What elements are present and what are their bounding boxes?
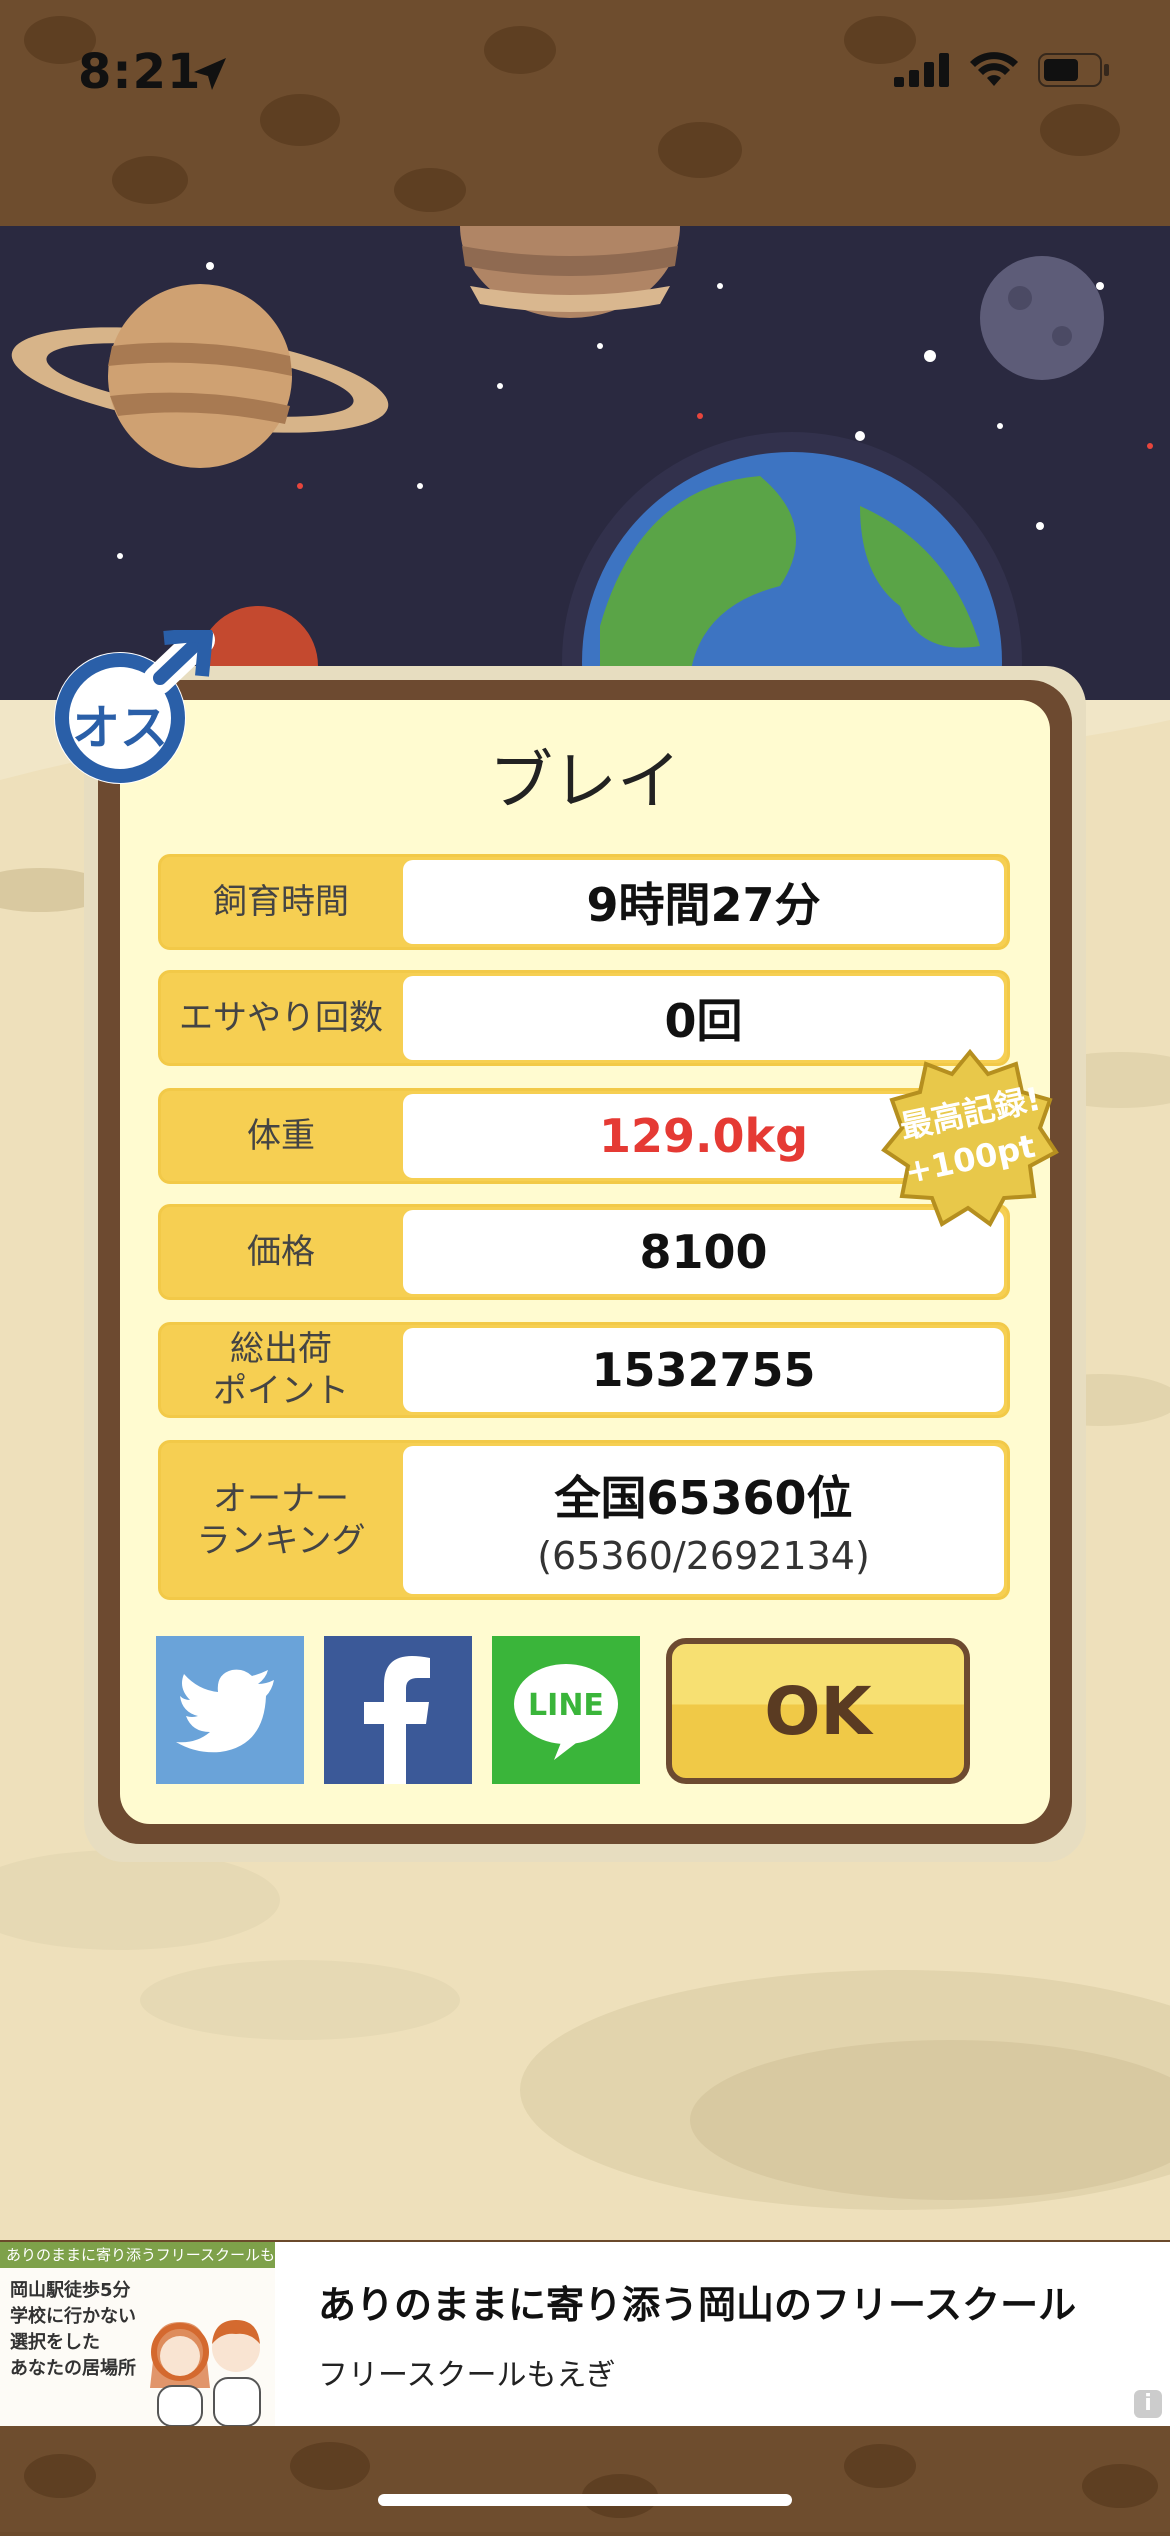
stat-row-breeding-time: 飼育時間 9時間27分 (158, 854, 1010, 950)
status-time: 8:21 (78, 44, 202, 100)
gender-label: オス (71, 700, 168, 756)
ad-image[interactable]: ありのままに寄り添うフリースクールもえぎ 岡山駅徒歩5分 学校に行かない 選択を… (0, 2242, 275, 2426)
signal-icon (894, 53, 949, 87)
location-arrow-icon (194, 58, 226, 90)
stat-label-line: 総出荷 (230, 1329, 332, 1369)
stat-row-total-shipping-points: 総出荷 ポイント 1532755 (158, 1322, 1010, 1418)
ranking-detail: (65360/2692134) (537, 1534, 870, 1578)
line-label: LINE (528, 1688, 604, 1723)
ad-image-line: あなたの居場所 (10, 2358, 136, 2379)
ad-illustration (150, 2320, 261, 2426)
stat-value: 9時間27分 (403, 860, 1004, 944)
brown-pattern (24, 16, 1120, 212)
wifi-icon (970, 52, 1018, 86)
facebook-icon (364, 1656, 430, 1784)
ad-info-icon[interactable]: i (1134, 2390, 1162, 2418)
record-badge: 最高記録! +100pt (880, 1048, 1060, 1228)
twitter-share-button[interactable] (156, 1636, 304, 1784)
ad-image-line: 学校に行かない (10, 2306, 136, 2327)
stat-label-line: ポイント (213, 1371, 349, 1411)
stat-label: 総出荷 ポイント (161, 1325, 401, 1415)
status-indicators (894, 52, 1110, 88)
battery-icon (1038, 53, 1109, 87)
ok-button[interactable]: OK (666, 1638, 970, 1784)
gender-badge: オス (40, 625, 216, 790)
ranking-value: 全国65360位 (554, 1471, 853, 1525)
home-indicator[interactable] (378, 2494, 792, 2506)
bottom-pattern (0, 2426, 1170, 2532)
stat-value: 全国65360位 (65360/2692134) (403, 1446, 1004, 1594)
stat-label-line: ランキング (196, 1521, 366, 1561)
ad-advertiser[interactable]: フリースクールもえぎ (318, 2350, 616, 2394)
stat-label: エサやり回数 (179, 998, 383, 1038)
stat-label-line: オーナー (212, 1479, 349, 1519)
brown-pattern (24, 2442, 1158, 2518)
stat-value: 1532755 (403, 1328, 1004, 1412)
stat-label: オーナー ランキング (161, 1443, 401, 1597)
stat-label: 体重 (247, 1116, 315, 1156)
facebook-share-button[interactable] (324, 1636, 472, 1784)
ad-image-line: 岡山駅徒歩5分 (10, 2280, 131, 2301)
stat-label: 価格 (247, 1232, 315, 1272)
twitter-icon (176, 1669, 274, 1753)
pet-name-title: ブレイ (489, 745, 681, 819)
ad-title[interactable]: ありのままに寄り添う岡山のフリースクール (318, 2274, 1076, 2329)
stat-label: 飼育時間 (213, 882, 349, 922)
status-bar: 8:21 (0, 0, 1170, 226)
stat-row-owner-ranking: オーナー ランキング 全国65360位 (65360/2692134) (158, 1440, 1010, 1600)
ad-image-text: 岡山駅徒歩5分 学校に行かない 選択をした あなたの居場所 (10, 2278, 136, 2382)
ad-image-header: ありのままに寄り添うフリースクールもえぎ (0, 2242, 275, 2268)
line-share-button[interactable]: LINE (492, 1636, 640, 1784)
ad-image-line: 選択をした (10, 2332, 100, 2353)
